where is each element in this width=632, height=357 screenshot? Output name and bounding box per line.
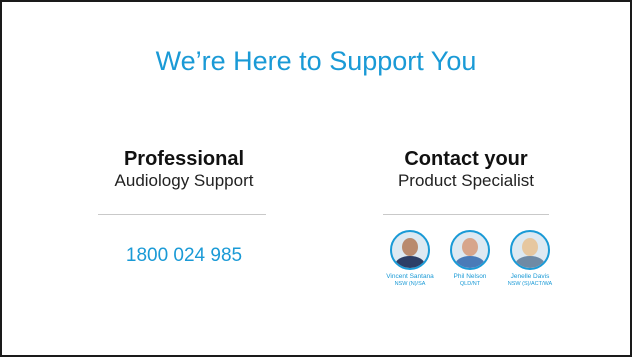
- specialist-card: Vincent Santana NSW (N)/SA: [379, 230, 441, 288]
- section-heading: Contact your: [404, 148, 528, 170]
- avatar: [510, 230, 550, 270]
- specialist-card: Jenelle Davis NSW (S)/ACT/WA: [499, 230, 561, 288]
- section-subheading: Product Specialist: [397, 171, 535, 190]
- specialist-name: Phil Nelson: [453, 273, 487, 280]
- divider-right: [383, 214, 549, 215]
- product-specialist-section: Contact your Product Specialist: [366, 148, 566, 191]
- slide-title: We’re Here to Support You: [155, 46, 477, 76]
- avatar: [390, 230, 430, 270]
- specialist-region: NSW (S)/ACT/WA: [507, 281, 553, 287]
- specialist-card: Phil Nelson QLD/NT: [439, 230, 501, 288]
- section-heading: Professional: [123, 148, 245, 170]
- specialist-region: QLD/NT: [459, 281, 481, 287]
- specialist-name: Vincent Santana: [386, 273, 434, 280]
- section-subheading: Audiology Support: [114, 171, 254, 190]
- audiology-support-section: Professional Audiology Support: [84, 148, 284, 191]
- phone-number[interactable]: 1800 024 985: [84, 245, 284, 267]
- avatar: [450, 230, 490, 270]
- specialist-name: Jenelle Davis: [510, 273, 550, 280]
- slide: We’re Here to Support You Professional A…: [0, 0, 632, 357]
- specialist-region: NSW (N)/SA: [394, 281, 426, 287]
- divider-left: [98, 214, 266, 215]
